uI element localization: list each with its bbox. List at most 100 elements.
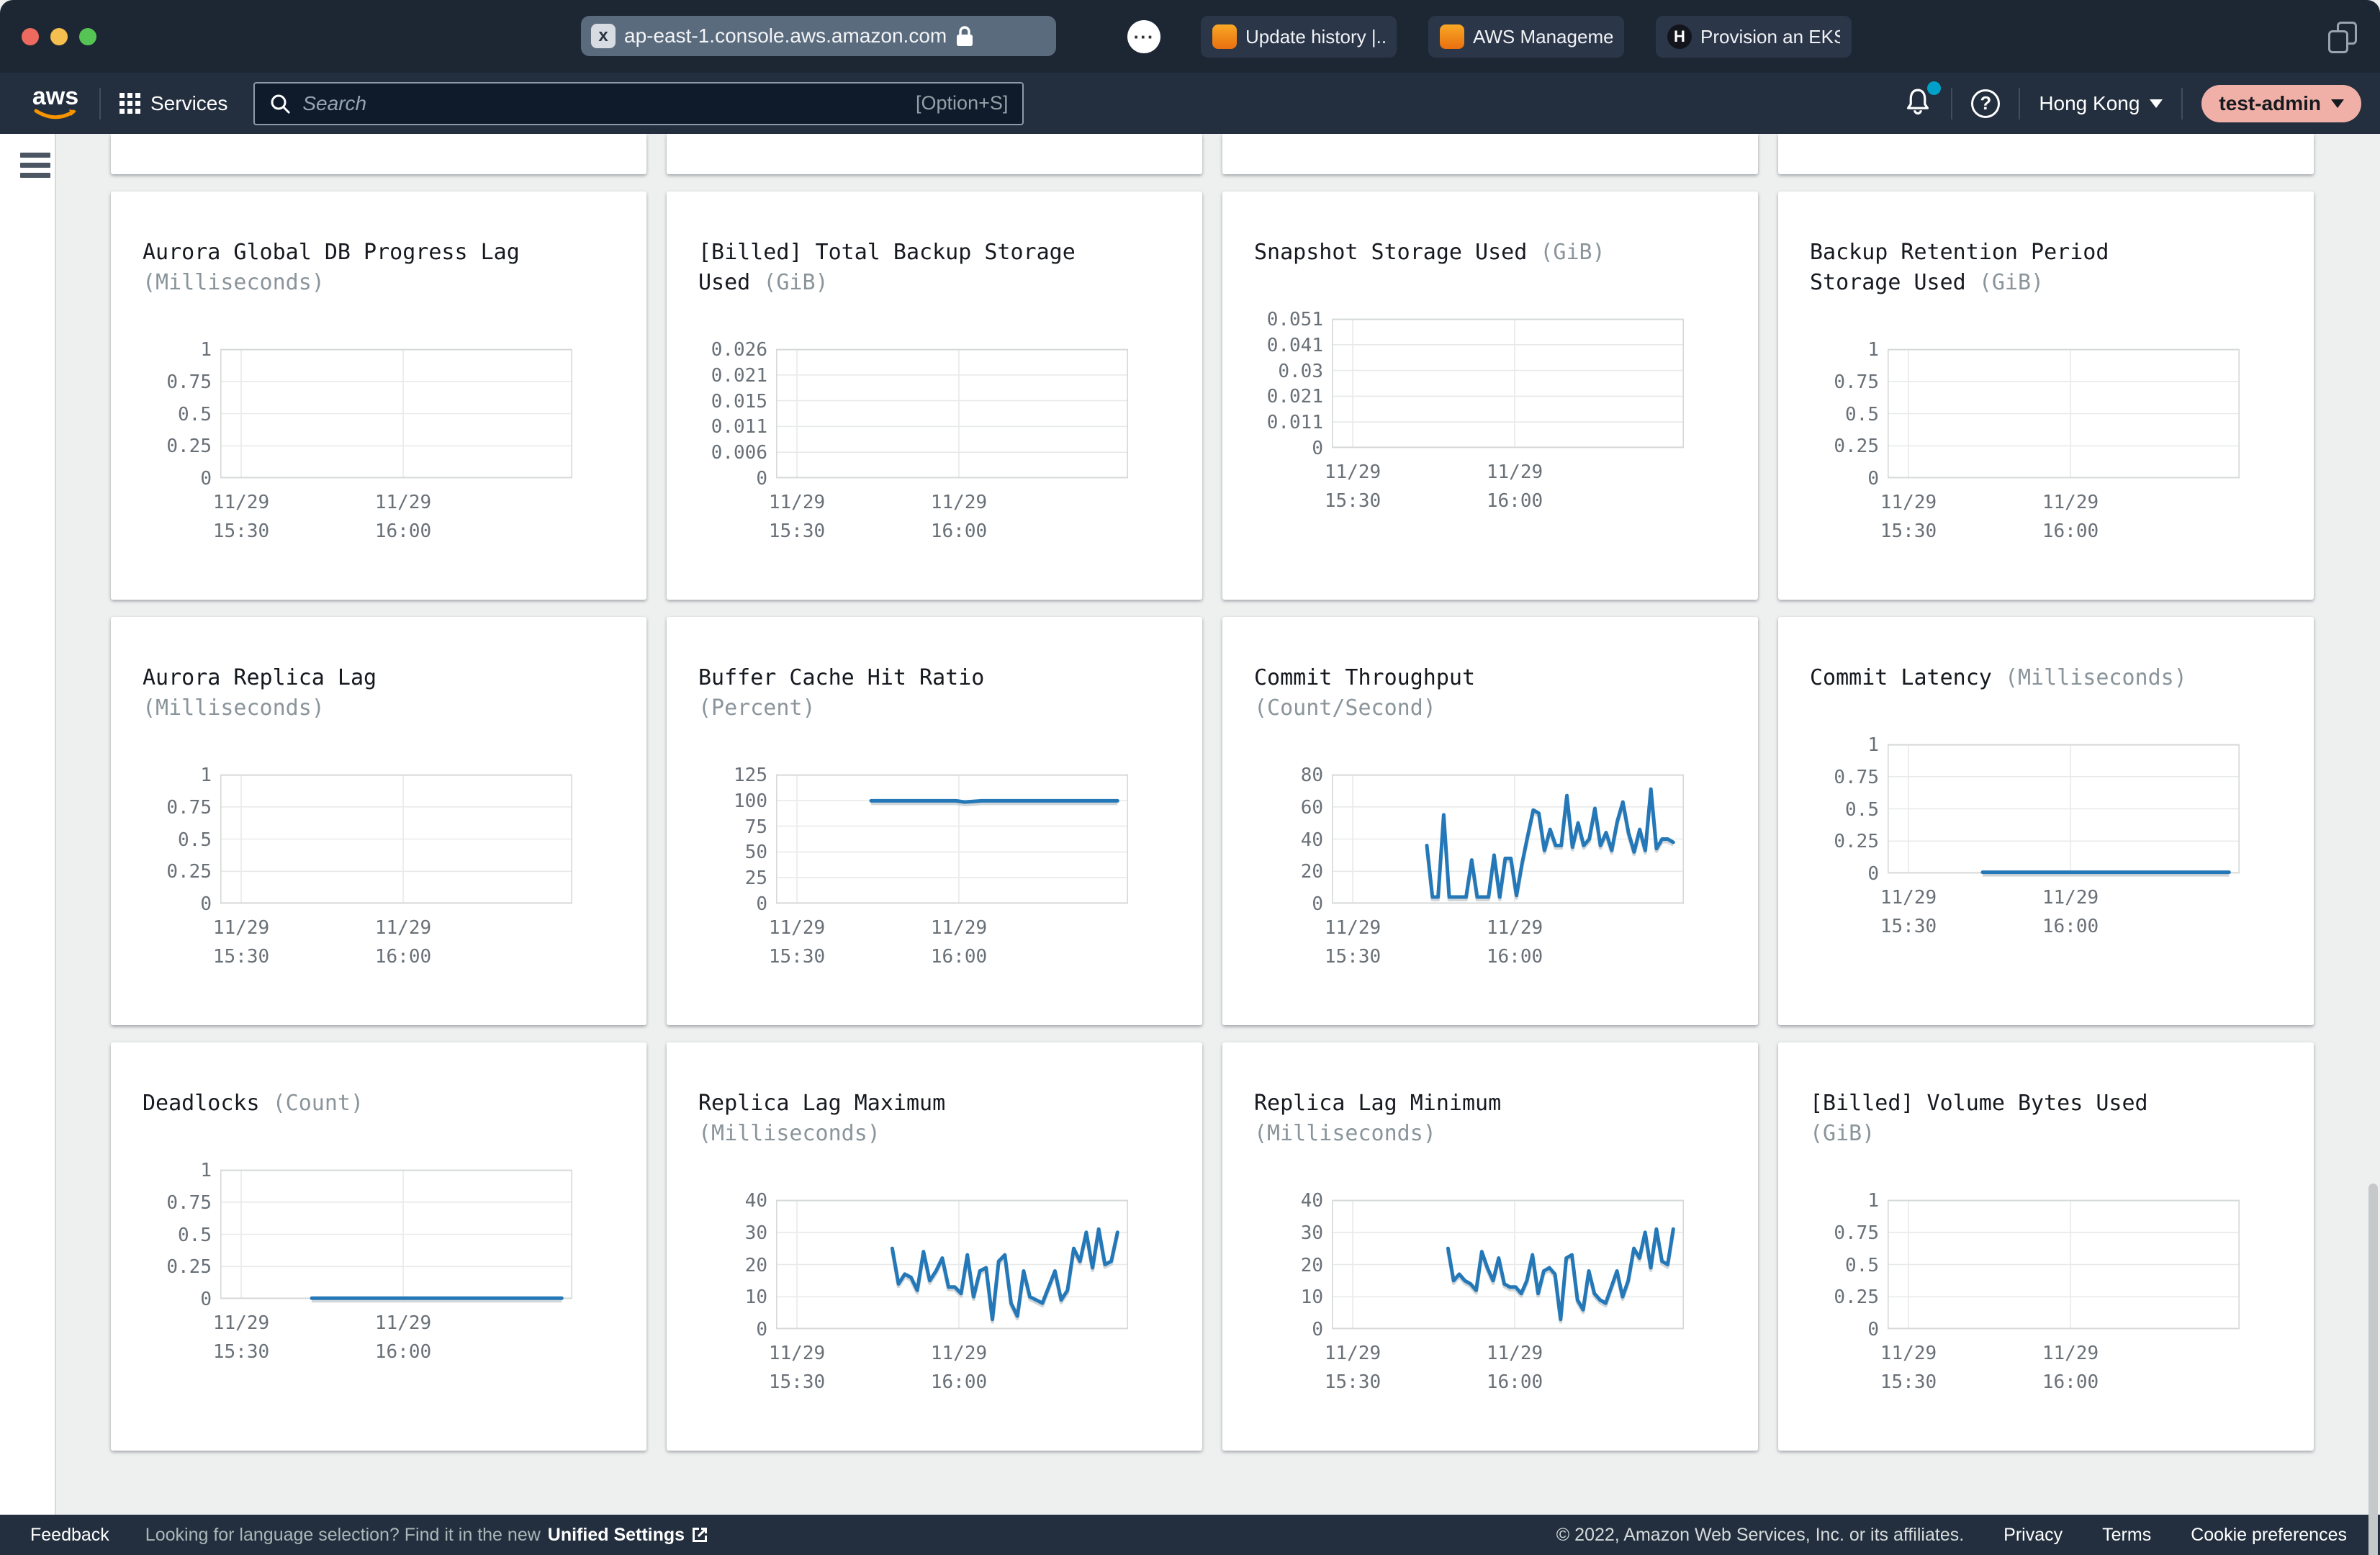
metric-card-partial[interactable]	[667, 134, 1202, 174]
privacy-link[interactable]: Privacy	[2003, 1525, 2063, 1546]
metric-chart: 806040200 11/2915:3011/2916:00	[1254, 775, 1726, 976]
y-tick-label: 0.011	[698, 416, 767, 438]
y-tick-label: 1	[143, 339, 212, 361]
region-selector[interactable]: Hong Kong	[2039, 92, 2163, 115]
metric-card-partial[interactable]	[1222, 134, 1758, 174]
y-tick-label: 0	[143, 893, 212, 915]
x-tick-label: 11/2915:30	[213, 914, 269, 971]
metric-card[interactable]: Replica Lag Maximum(Milliseconds) 403020…	[667, 1042, 1202, 1451]
metric-card[interactable]: [Billed] Volume Bytes Used(GiB) 10.750.5…	[1778, 1042, 2314, 1451]
metric-card[interactable]: Commit Throughput(Count/Second) 80604020…	[1222, 617, 1758, 1025]
metric-card-title: Deadlocks (Count)	[143, 1088, 535, 1119]
metric-card[interactable]: Buffer Cache Hit Ratio(Percent) 12510075…	[667, 617, 1202, 1025]
y-tick-label: 20	[1254, 1255, 1323, 1276]
tab-label: Update history |...	[1245, 26, 1385, 48]
metric-card[interactable]: Backup Retention Period Storage Used (Gi…	[1778, 191, 2314, 600]
close-window-button[interactable]	[22, 28, 39, 45]
aws-logo[interactable]: aws	[30, 86, 81, 122]
y-tick-label: 1	[143, 765, 212, 786]
x-axis-labels: 11/2915:3011/2916:00	[776, 1200, 1128, 1402]
metric-unit-text: (Milliseconds)	[143, 695, 325, 721]
metric-card[interactable]: Snapshot Storage Used (GiB) 0.0510.0410.…	[1222, 191, 1758, 600]
terms-link[interactable]: Terms	[2102, 1525, 2151, 1546]
navbar-divider	[99, 88, 101, 120]
aws-logo-text: aws	[32, 83, 78, 110]
y-tick-label: 0.75	[143, 371, 212, 393]
cookie-preferences-link[interactable]: Cookie preferences	[2191, 1525, 2347, 1546]
extension-icon[interactable]: x	[591, 24, 616, 48]
y-tick-label: 0.021	[698, 365, 767, 387]
metric-card[interactable]: Aurora Replica Lag(Milliseconds) 10.750.…	[111, 617, 646, 1025]
feedback-button[interactable]: Feedback	[30, 1525, 109, 1546]
metric-chart: 10.750.50.250 11/2915:3011/2916:00	[143, 1170, 615, 1371]
services-menu-button[interactable]: Services	[120, 92, 227, 115]
y-tick-label: 20	[1254, 861, 1323, 883]
external-link-icon	[690, 1525, 709, 1544]
y-tick-label: 0	[143, 1289, 212, 1310]
y-tick-label: 30	[1254, 1222, 1323, 1244]
y-tick-label: 0.051	[1254, 309, 1323, 330]
x-axis-labels: 11/2915:3011/2916:00	[776, 349, 1128, 551]
x-tick-label: 11/2916:00	[931, 1339, 987, 1397]
metric-card-title: Aurora Global DB Progress Lag(Millisecon…	[143, 238, 535, 298]
help-button[interactable]: ?	[1971, 89, 2000, 118]
browser-tab-strip: Update history |... AWS Managemen... H P…	[1201, 16, 1852, 58]
navbar-divider	[2019, 88, 2020, 120]
x-axis-labels: 11/2915:3011/2916:00	[1332, 1200, 1684, 1402]
account-menu-button[interactable]: test-admin	[2201, 85, 2361, 122]
window-controls	[22, 28, 96, 45]
account-label: test-admin	[2219, 92, 2321, 115]
metric-title-text: Deadlocks	[143, 1091, 273, 1116]
y-tick-label: 0.5	[143, 829, 212, 851]
unified-settings-label: Unified Settings	[548, 1525, 685, 1546]
search-input[interactable]	[302, 92, 916, 115]
y-tick-label: 80	[1254, 765, 1323, 786]
vertical-scrollbar[interactable]	[2368, 1184, 2378, 1555]
y-tick-label: 0.041	[1254, 335, 1323, 356]
browser-tab-update-history[interactable]: Update history |...	[1201, 16, 1397, 58]
y-tick-label: 0.25	[1810, 831, 1879, 852]
search-shortcut-hint: [Option+S]	[916, 92, 1008, 114]
metric-unit-text: (Count/Second)	[1254, 695, 1436, 721]
metric-card-partial[interactable]	[1778, 134, 2314, 174]
zoom-window-button[interactable]	[79, 28, 96, 45]
metric-card[interactable]: Commit Latency (Milliseconds) 10.750.50.…	[1778, 617, 2314, 1025]
y-tick-label: 0.75	[1810, 1222, 1879, 1244]
address-more-button[interactable]: ···	[1127, 20, 1160, 53]
y-tick-label: 0.5	[1810, 1255, 1879, 1276]
search-icon	[269, 93, 291, 114]
metric-card[interactable]: [Billed] Total Backup Storage Used (GiB)…	[667, 191, 1202, 600]
metric-unit-text: (Milliseconds)	[143, 270, 325, 295]
metric-card[interactable]: Aurora Global DB Progress Lag(Millisecon…	[111, 191, 646, 600]
metric-card-title: Commit Latency (Milliseconds)	[1810, 663, 2202, 693]
metric-card[interactable]: Deadlocks (Count) 10.750.50.250 11/2915:…	[111, 1042, 646, 1451]
language-note: Looking for language selection? Find it …	[145, 1525, 541, 1546]
metric-unit-text: (GiB)	[763, 270, 828, 295]
x-axis-labels: 11/2915:3011/2916:00	[1332, 319, 1684, 520]
y-tick-label: 125	[698, 765, 767, 786]
metric-unit-text: (Milliseconds)	[1254, 1121, 1436, 1146]
unified-settings-link[interactable]: Unified Settings	[548, 1525, 709, 1546]
y-tick-label: 0.75	[1810, 371, 1879, 393]
menu-hamburger-icon[interactable]	[20, 153, 50, 183]
aws-navbar: aws Services [Option+S] ? H	[0, 73, 2380, 134]
metric-card-partial[interactable]	[111, 134, 646, 174]
metric-card[interactable]: Replica Lag Minimum(Milliseconds) 403020…	[1222, 1042, 1758, 1451]
x-tick-label: 11/2916:00	[2042, 883, 2099, 941]
x-axis-labels: 11/2915:3011/2916:00	[1888, 1200, 2240, 1402]
browser-tab-provision-eks[interactable]: H Provision an EKS...	[1656, 16, 1852, 58]
global-search[interactable]: [Option+S]	[253, 82, 1024, 125]
collapsed-sidebar	[0, 134, 56, 1515]
metric-title-text: [Billed] Volume Bytes Used	[1810, 1091, 2148, 1116]
metric-unit-text: (Milliseconds)	[698, 1121, 880, 1146]
metric-title-text: Replica Lag Maximum	[698, 1091, 945, 1116]
browser-tab-aws-management[interactable]: AWS Managemen...	[1428, 16, 1624, 58]
address-bar[interactable]: x ap-east-1.console.aws.amazon.com	[581, 16, 1056, 56]
minimize-window-button[interactable]	[50, 28, 68, 45]
aws-smile-icon	[33, 109, 78, 122]
x-tick-label: 11/2915:30	[1880, 883, 1937, 941]
copy-tabs-icon[interactable]	[2328, 22, 2357, 53]
y-tick-label: 10	[698, 1286, 767, 1308]
notifications-button[interactable]	[1903, 86, 1932, 121]
y-tick-label: 0.75	[143, 797, 212, 819]
